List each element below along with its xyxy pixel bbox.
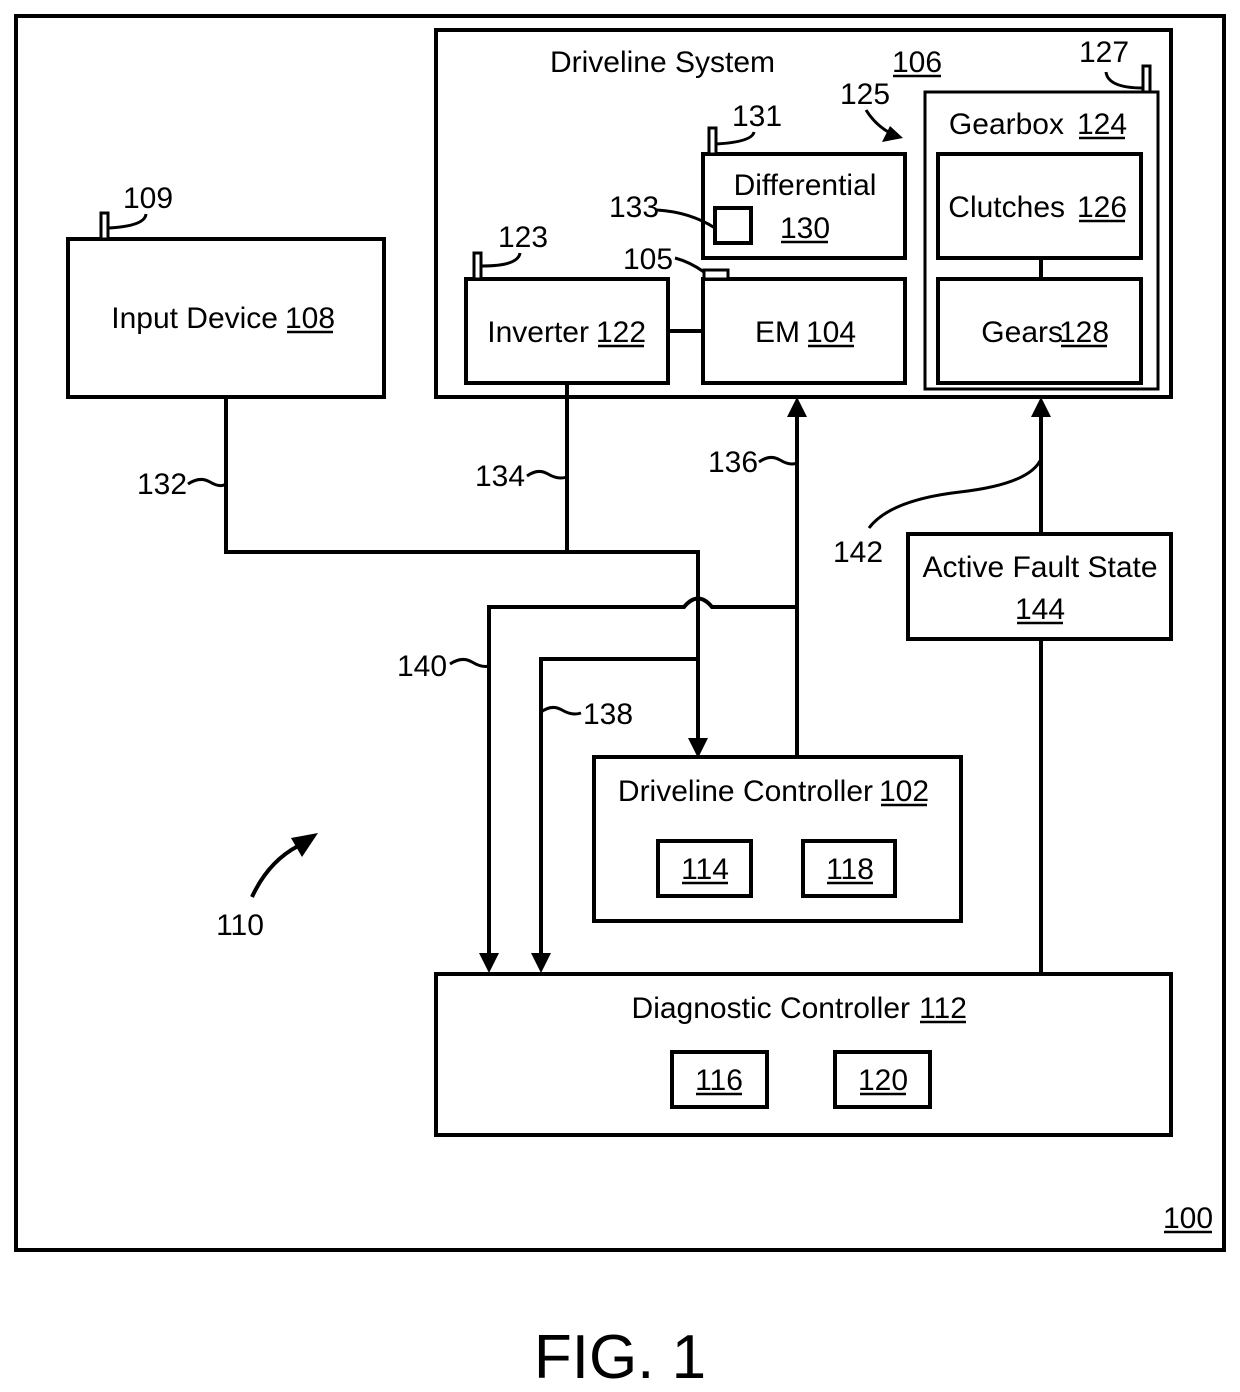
svg-text:Clutches: Clutches xyxy=(948,191,1065,224)
svg-text:Gearbox: Gearbox xyxy=(949,108,1064,141)
svg-text:144: 144 xyxy=(1015,593,1065,626)
gearbox-sensor xyxy=(1141,64,1152,94)
vehicle-ref: 110 xyxy=(216,909,264,942)
em-sensor-ref: 105 xyxy=(623,243,673,276)
active-fault-state-block: Active Fault State 144 xyxy=(906,532,1173,641)
signal-140-ref: 140 xyxy=(397,650,447,683)
svg-text:112: 112 xyxy=(919,992,967,1025)
input-device-block: Input Device 108 xyxy=(66,211,386,399)
svg-text:Driveline Controller: Driveline Controller xyxy=(618,775,873,808)
inverter-sensor-ref: 123 xyxy=(498,221,548,254)
figure-caption: FIG. 1 xyxy=(534,1323,706,1392)
svg-text:Differential: Differential xyxy=(734,169,877,202)
inverter-sensor xyxy=(472,251,483,281)
svg-text:114: 114 xyxy=(681,853,729,886)
gears-block: Gears 128 xyxy=(936,277,1143,385)
gearbox-sensor-ref: 127 xyxy=(1079,36,1129,69)
driveline-controller-block: Driveline Controller 102 114 118 xyxy=(592,755,963,923)
svg-text:108: 108 xyxy=(285,302,335,335)
signal-132-ref: 132 xyxy=(137,468,187,501)
gearbox-arrow-ref: 125 xyxy=(840,78,890,111)
svg-text:104: 104 xyxy=(806,316,856,349)
input-device-sensor xyxy=(99,211,110,241)
differential-sensor xyxy=(707,126,718,156)
svg-text:102: 102 xyxy=(879,775,929,808)
diagnostic-controller-block: Diagnostic Controller 112 116 120 xyxy=(434,972,1173,1137)
svg-text:126: 126 xyxy=(1077,191,1127,224)
em-block: EM 104 xyxy=(701,268,907,385)
differential-component xyxy=(713,206,753,245)
system-ref: 100 xyxy=(1163,1202,1213,1235)
svg-text:EM: EM xyxy=(755,316,800,349)
signal-138-ref: 138 xyxy=(583,698,633,731)
svg-text:Inverter: Inverter xyxy=(487,316,589,349)
svg-text:Active Fault State: Active Fault State xyxy=(922,551,1157,584)
svg-text:120: 120 xyxy=(858,1064,908,1097)
svg-text:Diagnostic Controller: Diagnostic Controller xyxy=(632,992,910,1025)
differential-component-ref: 133 xyxy=(609,191,659,224)
driveline-system-ref: 106 xyxy=(892,46,942,79)
svg-text:Gears: Gears xyxy=(981,316,1063,349)
signal-136-ref: 136 xyxy=(708,446,758,479)
input-device-sensor-ref: 109 xyxy=(123,182,173,215)
svg-text:128: 128 xyxy=(1059,316,1109,349)
signal-142-ref: 142 xyxy=(833,536,883,569)
svg-text:Input Device: Input Device xyxy=(111,302,278,335)
clutches-block: Clutches 126 xyxy=(936,152,1143,260)
differential-sensor-ref: 131 xyxy=(732,100,782,133)
svg-text:124: 124 xyxy=(1077,108,1127,141)
svg-text:Driveline System: Driveline System xyxy=(550,46,775,79)
patent-diagram: 100 Driveline System 106 Gearbox 124 127… xyxy=(14,14,1226,1392)
svg-text:130: 130 xyxy=(780,212,830,245)
em-sensor xyxy=(702,268,730,281)
signal-134-ref: 134 xyxy=(475,460,525,493)
svg-text:122: 122 xyxy=(596,316,646,349)
svg-text:116: 116 xyxy=(695,1064,743,1097)
svg-text:118: 118 xyxy=(826,853,874,886)
